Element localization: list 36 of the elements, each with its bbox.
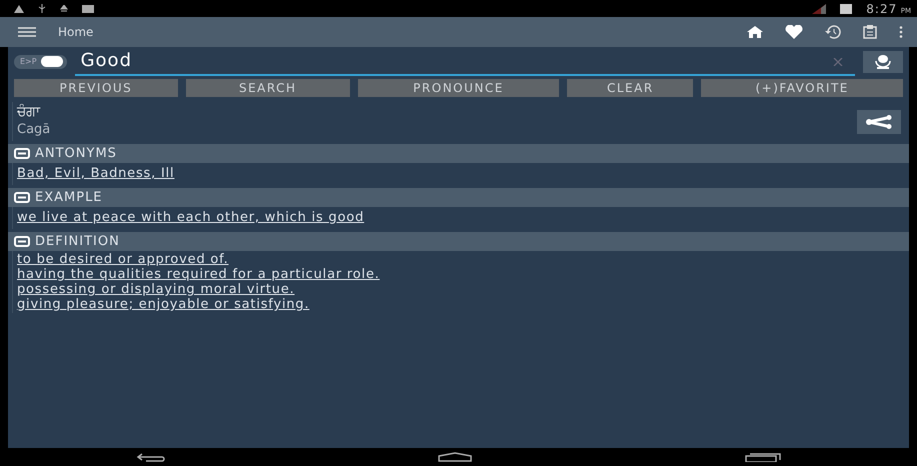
app-title: Home (58, 25, 94, 39)
microphone-icon (875, 54, 891, 68)
more-icon[interactable] (899, 26, 903, 38)
action-button[interactable]: PREVIOUS (14, 79, 178, 97)
entry-text[interactable]: we live at peace with each other, which is good (17, 208, 905, 228)
clipboard-icon[interactable] (863, 25, 877, 39)
heart-icon[interactable] (785, 25, 803, 39)
translated-word: ਚੰਗਾ (17, 104, 42, 121)
language-toggle[interactable]: E>P (14, 54, 67, 68)
action-button[interactable]: PRONOUNCE (358, 79, 560, 97)
voice-button[interactable] (863, 50, 903, 72)
recent-apps-icon[interactable] (745, 452, 782, 462)
action-button[interactable]: CLEAR (567, 79, 694, 97)
signal-icon (812, 4, 826, 14)
entry-text[interactable]: having the qualities required for a particular role. (17, 267, 905, 282)
warning-icon (14, 4, 24, 12)
back-icon[interactable] (136, 452, 166, 462)
history-icon[interactable] (825, 25, 841, 39)
home-icon[interactable] (747, 26, 763, 38)
section-header[interactable]: EXAMPLE (8, 188, 909, 207)
share-icon (865, 114, 893, 128)
entry-text[interactable]: possessing or displaying moral virtue. (17, 282, 905, 297)
share-button[interactable] (857, 110, 901, 134)
entry-text[interactable]: giving pleasure; enjoyable or satisfying. (17, 297, 905, 312)
action-button[interactable]: (+)FAVORITE (701, 79, 903, 97)
battery-icon (840, 4, 852, 14)
search-field[interactable]: Good (74, 48, 855, 76)
entry-text[interactable]: to be desired or approved of. (17, 252, 905, 267)
menu-icon[interactable] (18, 27, 36, 37)
entry-text[interactable]: Bad, Evil, Badness, Ill (17, 164, 905, 184)
usb-icon (38, 4, 46, 13)
transliteration: Cagā (17, 121, 52, 139)
home-button-icon[interactable] (437, 452, 474, 462)
section-header[interactable]: ANTONYMS (8, 144, 909, 163)
action-button[interactable]: SEARCH (186, 79, 350, 97)
section-header[interactable]: DEFINITION (8, 232, 909, 251)
